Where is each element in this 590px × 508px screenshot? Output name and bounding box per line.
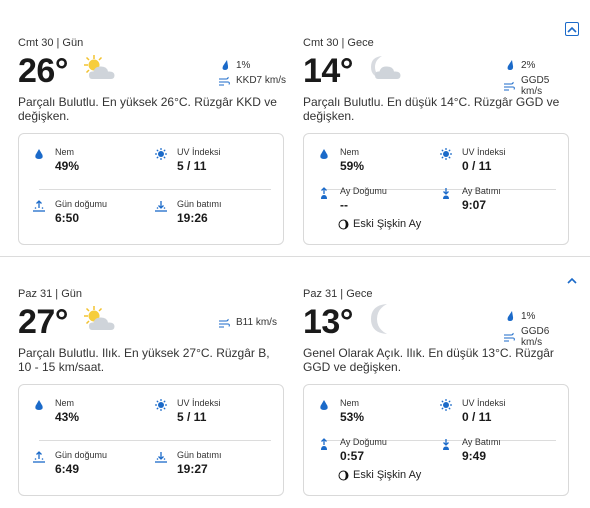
period-label: Cmt 30 | Gün [18, 37, 84, 49]
day-forecast: Cmt 30 | Gün 26° 1% KKD7 km/s Parçalı Bu… [18, 37, 286, 249]
humidity-icon [320, 149, 328, 159]
sunrise-icon [33, 451, 45, 463]
sunset-icon [155, 452, 167, 463]
precipitation: 1% [221, 59, 286, 71]
sunset-icon [155, 201, 167, 212]
wind: KKD7 km/s [218, 75, 286, 86]
sun-icon [440, 399, 452, 411]
forecast-description: Parçalı Bulutlu. Ilık. En yüksek 27°C. R… [18, 346, 270, 374]
moon-phase: Eski Şişkin Ay [338, 469, 421, 481]
chevron-up-icon [567, 26, 577, 33]
clear-night-icon [371, 304, 387, 334]
details-card: Nem 49% UV İndeksi 5 / 11 Gün doğumu 6:5… [18, 133, 284, 245]
chevron-up-icon [567, 277, 577, 284]
temperature: 27° [18, 303, 68, 341]
raindrop-icon [222, 60, 229, 70]
temperature: 14° [303, 52, 353, 90]
moon-phase: Eski Şişkin Ay [338, 218, 421, 230]
wind-icon [504, 332, 515, 342]
card-divider [39, 440, 271, 441]
wind: B11 km/s [218, 317, 286, 328]
moonset-icon [443, 439, 449, 450]
wind: GGD5 km/s [503, 75, 571, 97]
raindrop-icon [507, 60, 514, 70]
period-label: Cmt 30 | Gece [303, 37, 374, 49]
night-forecast: Cmt 30 | Gece 14° 2% GGD5 km/s Parçalı B… [303, 37, 571, 249]
sun-icon [155, 148, 167, 160]
partly-cloudy-day-icon [84, 55, 115, 79]
sun-icon [440, 148, 452, 160]
sunrise-icon [33, 200, 45, 212]
details-card: Nem 59% UV İndeksi 0 / 11 Ay Doğumu -- A… [303, 133, 569, 245]
details-card: Nem 43% UV İndeksi 5 / 11 Gün doğumu 6:4… [18, 384, 284, 496]
temperature: 26° [18, 52, 68, 90]
collapse-button[interactable] [565, 273, 579, 287]
humidity-icon [320, 400, 328, 410]
forecast-description: Parçalı Bulutlu. En yüksek 26°C. Rüzgâr … [18, 95, 277, 123]
waning-gibbous-icon [338, 470, 349, 480]
moonrise-icon [321, 187, 327, 199]
period-label: Paz 31 | Gün [18, 288, 83, 300]
collapse-button[interactable] [565, 22, 579, 36]
precipitation: 1% [506, 310, 571, 322]
wind-icon [219, 76, 230, 85]
precipitation: 2% [506, 59, 571, 71]
wind-icon [504, 81, 515, 91]
humidity-icon [35, 149, 43, 159]
card-divider [39, 189, 271, 190]
period-label: Paz 31 | Gece [303, 288, 373, 300]
wind-icon [219, 318, 230, 327]
sun-icon [155, 399, 167, 411]
forecast-description: Genel Olarak Açık. Ilık. En düşük 13°C. … [303, 346, 554, 374]
moonrise-icon [321, 438, 327, 450]
forecast-section-sat: Cmt 30 | Gün 26° 1% KKD7 km/s Parçalı Bu… [0, 0, 590, 256]
day-forecast: Paz 31 | Gün 27° B11 km/s Parçalı Bulutl… [18, 288, 286, 500]
partly-cloudy-night-icon [371, 56, 401, 79]
humidity-icon [35, 400, 43, 410]
night-forecast: Paz 31 | Gece 13° 1% GGD6 km/s Genel Ola… [303, 288, 571, 500]
partly-cloudy-day-icon [84, 306, 115, 330]
forecast-description: Parçalı Bulutlu. En düşük 14°C. Rüzgâr G… [303, 95, 560, 123]
temperature: 13° [303, 303, 353, 341]
details-card: Nem 53% UV İndeksi 0 / 11 Ay Doğumu 0:57… [303, 384, 569, 496]
waning-gibbous-icon [338, 219, 349, 229]
forecast-section-sun: Paz 31 | Gün 27° B11 km/s Parçalı Bulutl… [0, 256, 590, 508]
wind: GGD6 km/s [503, 326, 571, 348]
raindrop-icon [507, 311, 514, 321]
moonset-icon [443, 188, 449, 199]
